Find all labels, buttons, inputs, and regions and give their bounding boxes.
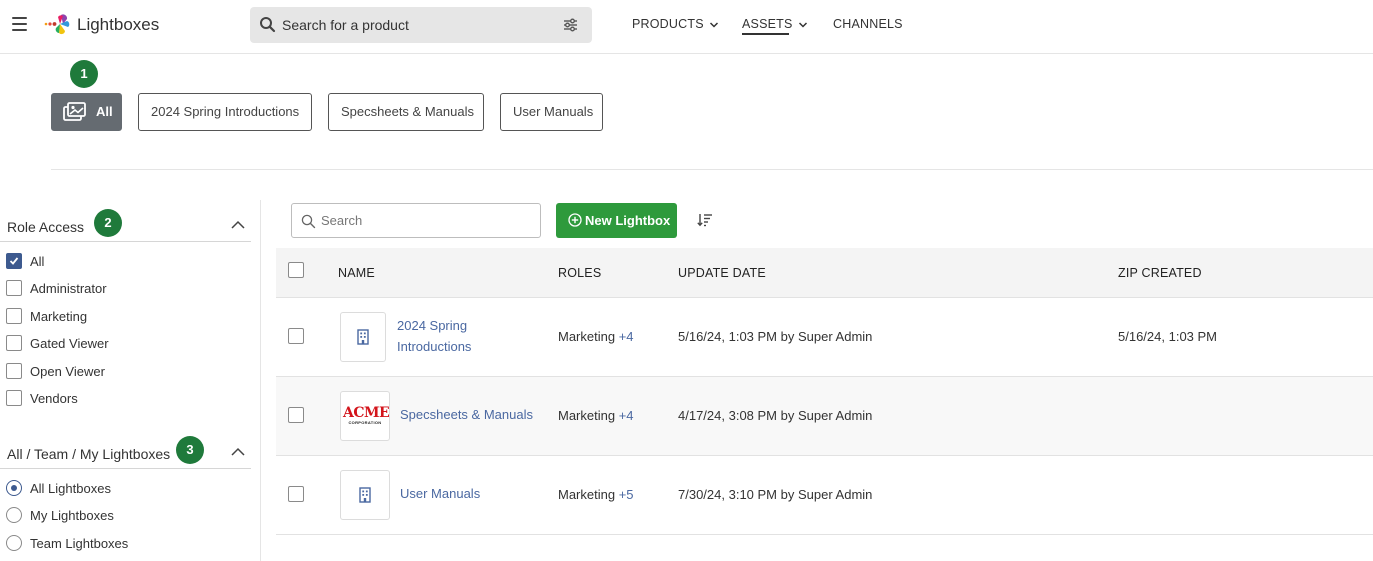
category-chip-spring[interactable]: 2024 Spring Introductions	[138, 93, 312, 131]
row-checkbox[interactable]	[288, 328, 304, 344]
role-option-label: Marketing	[30, 309, 88, 324]
product-search-input[interactable]: Search for a product	[282, 17, 409, 33]
roles-cell: Marketing +4	[558, 408, 634, 423]
lightbox-name-link[interactable]: Specsheets & Manuals	[400, 404, 533, 425]
chevron-down-icon	[798, 22, 807, 28]
building-icon	[359, 487, 371, 503]
divider	[0, 468, 251, 469]
roles-cell: Marketing +4	[558, 329, 634, 344]
table-header: NAME ROLES UPDATE DATE ZIP CREATED	[276, 248, 1373, 298]
table-row[interactable]: User Manuals Marketing +5 7/30/24, 3:10 …	[276, 456, 1373, 535]
chevron-up-icon[interactable]	[230, 447, 246, 457]
lightbox-scope-title: All / Team / My Lightboxes	[7, 446, 171, 462]
category-chip-user-manuals[interactable]: User Manuals	[500, 93, 603, 131]
lightbox-thumbnail[interactable]	[340, 312, 386, 362]
select-all-checkbox[interactable]	[288, 262, 304, 278]
step-badge-2: 2	[94, 209, 122, 237]
role-name: Marketing	[558, 487, 616, 502]
lightbox-name-link[interactable]: User Manuals	[400, 483, 480, 504]
table-row[interactable]: ACME CORPORATION Specsheets & Manuals Ma…	[276, 377, 1373, 456]
scope-option-label: All Lightboxes	[30, 481, 111, 496]
role-checkbox-administrator[interactable]	[6, 280, 22, 296]
lightbox-thumbnail[interactable]: ACME CORPORATION	[340, 391, 390, 441]
search-placeholder: Search	[321, 213, 363, 228]
divider	[51, 169, 1373, 170]
more-roles-link[interactable]: +5	[619, 487, 634, 502]
sidebar-divider	[260, 200, 261, 561]
scope-option-label: Team Lightboxes	[30, 536, 129, 551]
nav-channels-label: CHANNELS	[833, 17, 903, 31]
brand-name: Lightboxes	[77, 15, 160, 34]
category-chip-all-label: All	[96, 104, 113, 119]
role-access-title: Role Access	[7, 219, 85, 235]
acme-logo-subtext: CORPORATION	[348, 420, 382, 425]
role-option-label: Vendors	[30, 391, 78, 406]
plus-circle-icon	[568, 213, 582, 227]
lightbox-thumbnail[interactable]	[340, 470, 390, 520]
lightbox-name-line: 2024 Spring	[397, 318, 468, 333]
nav-assets-label: ASSETS	[742, 17, 793, 31]
update-date-cell: 4/17/24, 3:08 PM by Super Admin	[678, 408, 873, 423]
building-icon	[357, 329, 369, 345]
role-checkbox-all[interactable]	[6, 253, 22, 269]
nav-products-label: PRODUCTS	[632, 17, 704, 31]
filter-sliders-icon[interactable]	[563, 18, 578, 32]
lightbox-name-link[interactable]: 2024 Spring Introductions	[397, 315, 471, 357]
nav-assets[interactable]: ASSETS	[742, 17, 808, 31]
acme-logo: ACME CORPORATION	[343, 405, 390, 426]
category-chip-specsheets[interactable]: Specsheets & Manuals	[328, 93, 484, 131]
scope-radio-my[interactable]	[6, 507, 22, 523]
divider	[0, 241, 251, 242]
menu-icon[interactable]	[12, 17, 27, 31]
column-header-update-date[interactable]: UPDATE DATE	[678, 266, 766, 280]
lightbox-search-input[interactable]: Search	[291, 203, 541, 238]
scope-option-label: My Lightboxes	[30, 508, 114, 523]
row-checkbox[interactable]	[288, 407, 304, 423]
nav-products[interactable]: PRODUCTS	[632, 17, 719, 31]
search-icon	[301, 214, 316, 229]
column-header-roles[interactable]: ROLES	[558, 266, 601, 280]
chevron-down-icon	[709, 22, 718, 28]
role-checkbox-open-viewer[interactable]	[6, 363, 22, 379]
step-badge-1: 1	[70, 60, 98, 88]
new-lightbox-label: New Lightbox	[585, 213, 671, 228]
search-icon	[260, 17, 276, 33]
update-date-cell: 7/30/24, 3:10 PM by Super Admin	[678, 487, 873, 502]
new-lightbox-button[interactable]: New Lightbox	[556, 203, 677, 238]
lightbox-name-line: Introductions	[397, 339, 472, 354]
role-option-label: All	[30, 254, 45, 269]
role-name: Marketing	[558, 408, 616, 423]
product-search-bar[interactable]: Search for a product	[250, 7, 592, 43]
roles-cell: Marketing +5	[558, 487, 634, 502]
more-roles-link[interactable]: +4	[619, 329, 634, 344]
category-chip-all[interactable]: All	[51, 93, 122, 131]
role-checkbox-vendors[interactable]	[6, 390, 22, 406]
role-checkbox-marketing[interactable]	[6, 308, 22, 324]
scope-radio-team[interactable]	[6, 535, 22, 551]
role-checkbox-gated-viewer[interactable]	[6, 335, 22, 351]
step-badge-3: 3	[176, 436, 204, 464]
role-name: Marketing	[558, 329, 616, 344]
column-header-name[interactable]: NAME	[338, 266, 375, 280]
chevron-up-icon[interactable]	[230, 220, 246, 230]
update-date-cell: 5/16/24, 1:03 PM by Super Admin	[678, 329, 873, 344]
more-roles-link[interactable]: +4	[619, 408, 634, 423]
row-checkbox[interactable]	[288, 486, 304, 502]
table-row[interactable]: 2024 Spring Introductions Marketing +4 5…	[276, 298, 1373, 377]
nav-channels[interactable]: CHANNELS	[833, 17, 903, 31]
sort-icon[interactable]	[697, 212, 713, 228]
top-bar: Lightboxes Search for a product PRODUCTS…	[0, 0, 1373, 54]
images-icon	[63, 102, 86, 121]
zip-created-cell: 5/16/24, 1:03 PM	[1118, 329, 1218, 344]
role-option-label: Administrator	[30, 281, 107, 296]
role-option-label: Gated Viewer	[30, 336, 109, 351]
lightboxes-logo[interactable]	[44, 13, 72, 37]
scope-radio-all[interactable]	[6, 480, 22, 496]
nav-active-underline	[742, 33, 789, 35]
check-icon	[9, 257, 19, 265]
acme-logo-text: ACME	[343, 405, 390, 421]
role-option-label: Open Viewer	[30, 364, 105, 379]
column-header-zip-created[interactable]: ZIP CREATED	[1118, 266, 1202, 280]
